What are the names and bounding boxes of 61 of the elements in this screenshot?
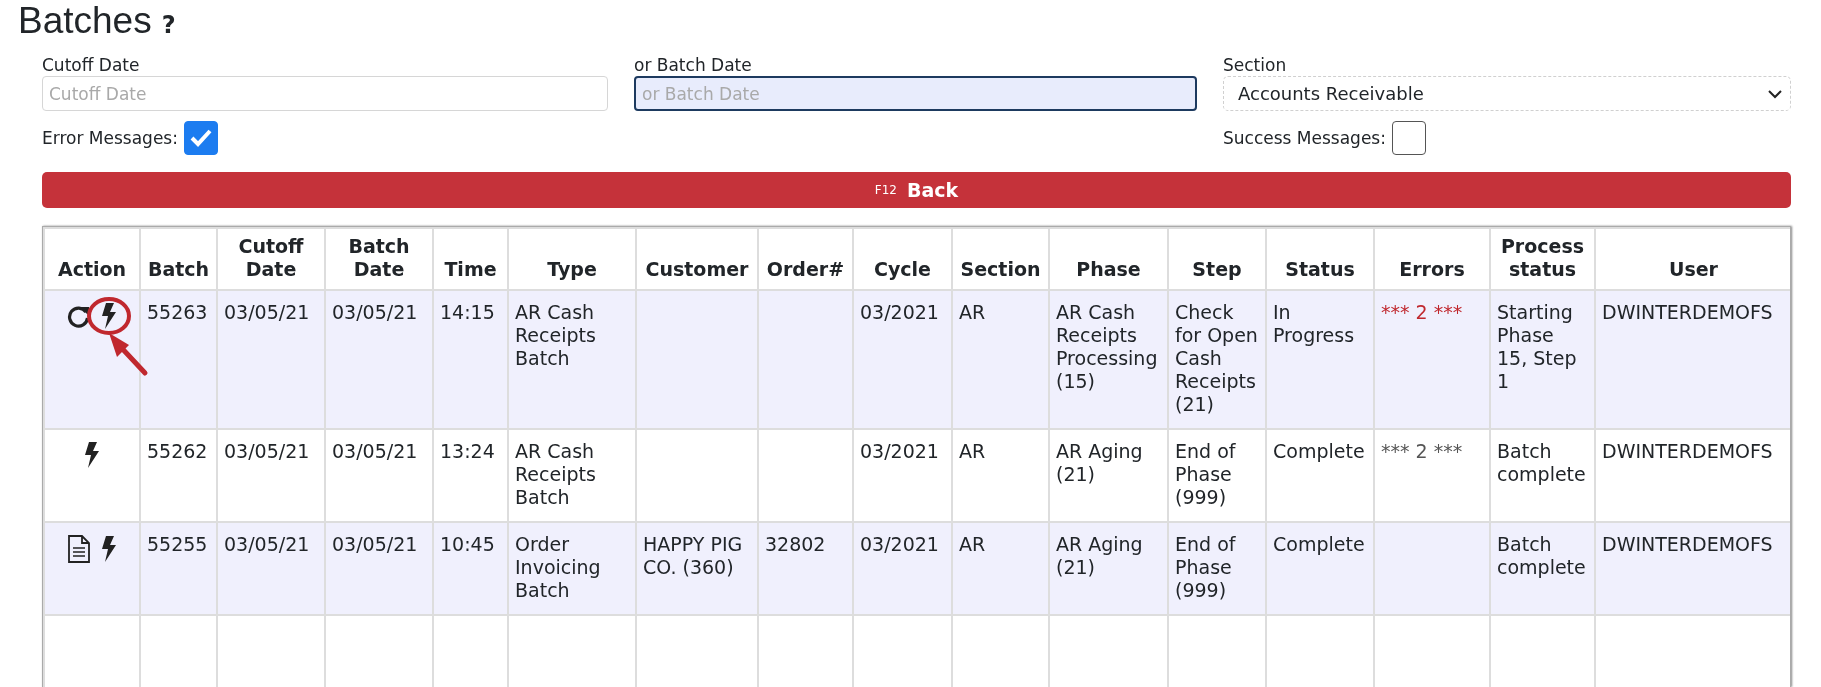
batch-date-field[interactable]: or Batch Date	[634, 76, 1197, 111]
chevron-down-icon	[1768, 88, 1782, 99]
table-cell: AR	[959, 533, 986, 555]
checkbox-label: Error Messages:	[42, 127, 178, 149]
table-cell: DWINTERDEMOFS	[1602, 533, 1773, 555]
table-cell: AR Aging (21)	[1056, 440, 1143, 485]
table-cell: 10:45	[440, 533, 495, 555]
document-icon[interactable]	[67, 535, 91, 563]
column-header: Action	[44, 228, 140, 290]
back-button[interactable]: F12 Back	[42, 172, 1791, 208]
table-cell: AR Cash Receipts Processing (15)	[1056, 301, 1158, 392]
table-cell: Complete	[1273, 533, 1365, 555]
table-cell: AR Cash Receipts Batch	[515, 440, 596, 508]
field-label: Section	[1223, 54, 1288, 76]
table-cell: AR Aging (21)	[1056, 533, 1143, 578]
table-cell: Complete	[1273, 440, 1365, 462]
error-messages-checkbox[interactable]	[183, 121, 218, 155]
table-cell: 03/05/21	[224, 533, 310, 555]
table-cell: HAPPY PIG CO. (360)	[643, 533, 743, 578]
field-label: or Batch Date	[634, 54, 753, 76]
table-cell: 55262	[147, 440, 208, 462]
table-cell: AR	[959, 301, 986, 323]
table-cell: 03/05/21	[224, 301, 310, 323]
cutoff-date-field[interactable]: Cutoff Date	[42, 76, 608, 111]
table-cell: 03/05/21	[224, 440, 310, 462]
table-cell: 03/05/21	[332, 533, 418, 555]
table-cell: Batch complete	[1497, 440, 1586, 485]
table-cell: 03/05/21	[332, 440, 418, 462]
page-title: Batches	[18, 0, 152, 42]
table-cell: AR Cash Receipts Batch	[515, 301, 596, 369]
table-cell: 03/2021	[860, 533, 939, 555]
table-cell: Order Invoicing Batch	[515, 533, 601, 601]
checkmark-icon	[189, 129, 212, 147]
error-count: *** 2 ***	[1381, 440, 1463, 462]
table-cell: DWINTERDEMOFS	[1602, 440, 1773, 462]
table-cell: AR	[959, 440, 986, 462]
field-label: Cutoff Date	[42, 54, 141, 76]
table-cell: 03/2021	[860, 440, 939, 462]
table-cell: 13:24	[440, 440, 495, 462]
lightning-icon[interactable]	[84, 442, 100, 468]
table-cell: 14:15	[440, 301, 495, 323]
lightning-icon[interactable]	[101, 303, 117, 329]
table-cell: End of Phase (999)	[1175, 440, 1236, 508]
table-cell: 03/2021	[860, 301, 939, 323]
table-cell: Starting Phase 15, Step 1	[1497, 301, 1577, 392]
checkbox-label: Success Messages:	[1223, 127, 1386, 149]
table-cell: 55255	[147, 533, 208, 555]
table-cell: In Progress	[1273, 301, 1355, 346]
lightning-icon[interactable]	[101, 536, 117, 562]
error-count: *** 2 ***	[1381, 301, 1463, 323]
help-link[interactable]: ?	[161, 11, 176, 39]
table-cell: Batch complete	[1497, 533, 1586, 578]
table-cell: Check for Open Cash Receipts (21)	[1175, 301, 1258, 415]
table-cell: 32802	[765, 533, 826, 555]
table-cell: DWINTERDEMOFS	[1602, 301, 1773, 323]
table-cell: 55263	[147, 301, 208, 323]
refresh-icon[interactable]	[67, 304, 91, 328]
section-dropdown[interactable]: Accounts Receivable	[1223, 76, 1791, 111]
table-cell: 03/05/21	[332, 301, 418, 323]
table-cell: End of Phase (999)	[1175, 533, 1236, 601]
success-messages-checkbox[interactable]	[1391, 121, 1426, 155]
